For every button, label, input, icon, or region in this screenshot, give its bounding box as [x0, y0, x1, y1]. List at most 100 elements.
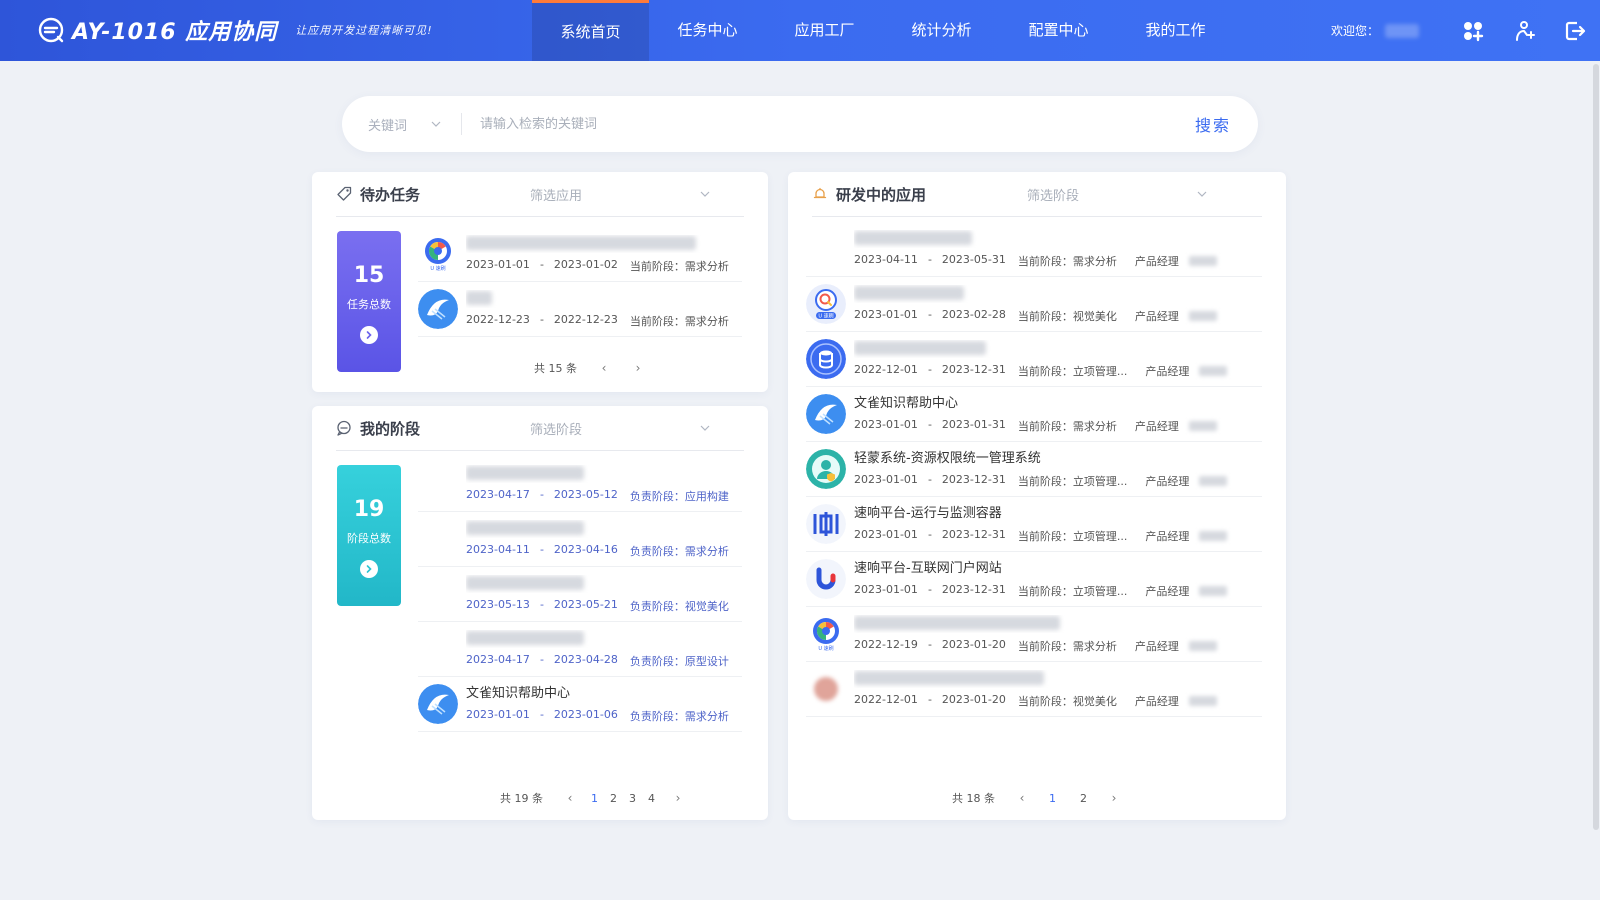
nav-config-center[interactable]: 配置中心: [1000, 0, 1117, 61]
list-item[interactable]: 2023-04-11-2023-04-16 负责阶段：需求分析: [418, 512, 742, 567]
pager-page[interactable]: 2: [1080, 792, 1087, 805]
pager-prev-icon[interactable]: ‹: [595, 361, 613, 375]
row-meta: 2023-01-01-2023-02-28 当前阶段：视觉美化 产品经理: [854, 308, 1262, 324]
start-date: 2022-12-23: [466, 312, 530, 326]
start-date: 2023-01-01: [854, 527, 918, 541]
list-item[interactable]: 2022-12-23-2022-12-23 当前阶段：需求分析: [418, 282, 742, 337]
row-content: 2023-04-11-2023-05-31 当前阶段：需求分析 产品经理: [854, 230, 1262, 269]
panel-title: 我的阶段: [360, 419, 421, 438]
stage-total-count: 19: [353, 497, 385, 522]
chevron-down-icon: [700, 191, 710, 197]
pager-next-icon[interactable]: ›: [669, 791, 687, 805]
owner-name: [1199, 365, 1228, 376]
stage-total-card[interactable]: 19 阶段总数: [337, 465, 401, 606]
owner-name: [1188, 255, 1217, 266]
app-logo[interactable]: AY-1016 应用协同 让应用开发过程清晰可见!: [38, 14, 433, 46]
app-list: 2023-04-11-2023-05-31 当前阶段：需求分析 产品经理 U 速刷 …: [806, 222, 1262, 717]
row-meta: 2023-01-01-2023-12-31 当前阶段：立项管理... 产品经理: [854, 473, 1262, 489]
row-meta: 2023-04-17-2023-04-28 负责阶段：原型设计: [466, 652, 729, 668]
list-item[interactable]: 2023-05-13-2023-05-21 负责阶段：视觉美化: [418, 567, 742, 622]
user-shield-icon: [806, 449, 846, 489]
list-item[interactable]: 2023-04-17-2023-04-28 负责阶段：原型设计: [418, 622, 742, 677]
list-item[interactable]: 2022-12-01-2023-01-20 当前阶段：视觉美化 产品经理: [806, 662, 1262, 717]
row-title: 速响平台-运行与监测容器: [854, 505, 1002, 521]
svg-text:U 速刷: U 速刷: [430, 265, 445, 272]
list-item[interactable]: U 速刷 2023-01-01-2023-01-02 当前阶段：需求分析: [418, 227, 742, 282]
list-item[interactable]: 轻蒙系统-资源权限统一管理系统 2023-01-01-2023-12-31 当前阶…: [806, 442, 1262, 497]
pager-next-icon[interactable]: ›: [629, 361, 647, 375]
app-avatar: [418, 464, 458, 504]
list-item[interactable]: U 速刷 2022-12-19-2023-01-20 当前阶段：需求分析 产品经理: [806, 607, 1262, 662]
svg-text:U 速刷: U 速刷: [818, 313, 833, 320]
row-content: 2023-01-01-2023-01-02 当前阶段：需求分析: [466, 235, 742, 274]
list-item[interactable]: 2023-04-11-2023-05-31 当前阶段：需求分析 产品经理: [806, 222, 1262, 277]
app-filter-select[interactable]: 筛选应用: [530, 185, 710, 204]
responsible-stage: 负责阶段：原型设计: [629, 654, 729, 668]
task-total-card[interactable]: 15 任务总数: [337, 231, 401, 372]
list-item[interactable]: 速响平台-运行与监测容器 2023-01-01-2023-12-31 当前阶段：立…: [806, 497, 1262, 552]
app-avatar: [806, 229, 846, 269]
pager-page[interactable]: 3: [629, 792, 636, 805]
search-type-select[interactable]: 关键词: [342, 113, 462, 135]
user-name[interactable]: [1385, 23, 1419, 38]
page-scrollbar[interactable]: [1593, 64, 1599, 830]
list-item[interactable]: 文雀知识帮助中心 2023-01-01-2023-01-06 负责阶段：需求分析: [418, 677, 742, 732]
owner-label: 产品经理: [1134, 309, 1179, 323]
end-date: 2023-04-28: [553, 652, 618, 666]
user-settings-icon[interactable]: [1498, 0, 1549, 61]
pager-page[interactable]: 2: [610, 792, 617, 805]
app-avatar: [418, 519, 458, 559]
task-total-label: 任务总数: [347, 298, 391, 311]
pager-page[interactable]: 1: [1049, 792, 1056, 805]
row-meta: 2022-12-01-2023-01-20 当前阶段：视觉美化 产品经理: [854, 693, 1262, 709]
end-date: 2023-04-16: [553, 542, 618, 556]
pager-prev-icon[interactable]: ‹: [561, 791, 579, 805]
search-input[interactable]: [462, 109, 1168, 139]
nav-app-factory[interactable]: 应用工厂: [766, 0, 883, 61]
list-item[interactable]: 2022-12-01-2023-12-31 当前阶段：立项管理... 产品经理: [806, 332, 1262, 387]
search-type-label: 关键词: [368, 118, 408, 134]
row-title: 轻蒙系统-资源权限统一管理系统: [854, 450, 1041, 466]
responsible-stage: 负责阶段：需求分析: [629, 544, 729, 558]
bird-icon: [418, 289, 458, 329]
pager-page[interactable]: 1: [591, 792, 598, 805]
row-title: [466, 290, 742, 308]
stage-filter-select[interactable]: 筛选阶段: [1027, 185, 1207, 204]
bird-icon: [418, 684, 458, 724]
start-date: 2023-01-01: [854, 582, 918, 596]
start-date: 2023-01-01: [466, 707, 530, 721]
owner-label: 产品经理: [1134, 639, 1179, 653]
end-date: 2023-05-31: [941, 252, 1006, 266]
nav-task-center[interactable]: 任务中心: [649, 0, 766, 61]
pager-total: 共 15 条: [534, 362, 577, 375]
chrome-ball-icon: U 速刷: [418, 234, 458, 274]
row-content: 2022-12-01-2023-01-20 当前阶段：视觉美化 产品经理: [854, 670, 1262, 709]
search-button[interactable]: 搜索: [1168, 112, 1258, 136]
arrow-right-icon[interactable]: [360, 560, 378, 578]
pager-next-icon[interactable]: ›: [1105, 791, 1123, 805]
task-pagination: 共 15 条 ‹ ›: [534, 360, 647, 376]
owner-label: 产品经理: [1134, 419, 1179, 433]
nav-statistics[interactable]: 统计分析: [883, 0, 1000, 61]
list-item[interactable]: 文雀知识帮助中心 2023-01-01-2023-01-31 当前阶段：需求分析产…: [806, 387, 1262, 442]
apps-grid-icon[interactable]: [1447, 0, 1498, 61]
stage-filter-select[interactable]: 筛选阶段: [530, 419, 710, 438]
nav-my-work[interactable]: 我的工作: [1117, 0, 1234, 61]
list-item[interactable]: 速响平台-互联网门户网站 2023-01-01-2023-12-31 当前阶段：立…: [806, 552, 1262, 607]
owner-label: 产品经理: [1145, 474, 1190, 488]
pager-page[interactable]: 4: [648, 792, 655, 805]
row-meta: 2023-04-17-2023-05-12 负责阶段：应用构建: [466, 487, 729, 503]
owner-name: [1188, 695, 1217, 706]
row-meta: 2023-01-01-2023-01-06 负责阶段：需求分析: [466, 707, 729, 723]
pager-prev-icon[interactable]: ‹: [1013, 791, 1031, 805]
owner-name: [1199, 585, 1228, 596]
arrow-right-icon[interactable]: [360, 326, 378, 344]
row-title: 文雀知识帮助中心: [466, 685, 571, 701]
row-title: [466, 520, 742, 538]
list-item[interactable]: 2023-04-17-2023-05-12 负责阶段：应用构建: [418, 457, 742, 512]
nav-home[interactable]: 系统首页: [532, 0, 649, 61]
logout-icon[interactable]: [1549, 0, 1600, 61]
end-date: 2023-02-28: [941, 307, 1006, 321]
list-item[interactable]: U 速刷 2023-01-01-2023-02-28 当前阶段：视觉美化 产品经理: [806, 277, 1262, 332]
start-date: 2023-01-01: [854, 417, 918, 431]
